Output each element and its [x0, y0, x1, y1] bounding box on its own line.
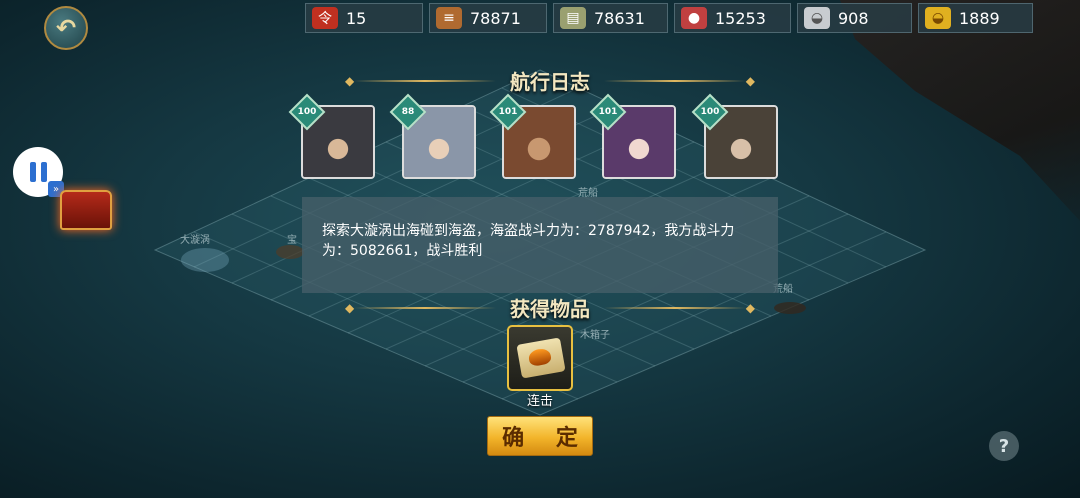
battle-message-text: 探索大漩涡出海碰到海盗，海盗战斗力为：2787942，我方战斗力为：508266… [322, 223, 735, 259]
gold-icon: ◒ [925, 7, 951, 29]
resource-wood: ≡ 78871 [429, 3, 547, 33]
resource-value: 78631 [594, 8, 645, 28]
silver-icon: ◒ [804, 7, 830, 29]
map-label: 宝 [287, 235, 297, 246]
confirm-label: 确 定 [502, 426, 590, 451]
scroll-icon [516, 337, 566, 379]
resource-value: 908 [838, 8, 869, 28]
wood-icon: ≡ [436, 7, 462, 29]
back-button[interactable]: ↶ [44, 6, 88, 50]
confirm-button[interactable]: 确 定 [487, 416, 593, 456]
log-title-text: 航行日志 [510, 70, 590, 94]
resource-token: 令 15 [305, 3, 423, 33]
meat-icon: ● [681, 7, 707, 29]
rewards-title: ◆ 获得物品 ◆ [345, 293, 755, 322]
map-label: 大漩涡 [180, 235, 210, 246]
resource-value: 15253 [715, 8, 766, 28]
back-arrow-icon: ↶ [55, 14, 77, 42]
rewards-title-text: 获得物品 [510, 297, 590, 321]
resource-value: 15 [346, 8, 367, 28]
resource-gold: ◒ 1889 [918, 3, 1033, 33]
log-title: ◆ 航行日志 ◆ [345, 66, 755, 95]
battle-message: 探索大漩涡出海碰到海盗，海盗战斗力为：2787942，我方战斗力为：508266… [302, 197, 778, 293]
hero-list: 100 88 101 101 100 [288, 93, 780, 183]
resource-meat: ● 15253 [674, 3, 791, 33]
help-button[interactable]: ? [989, 431, 1019, 461]
treasure-chest-icon[interactable] [60, 190, 112, 230]
pause-icon [29, 162, 47, 182]
resource-value: 78871 [470, 8, 521, 28]
token-icon: 令 [312, 7, 338, 29]
resource-stone: ▤ 78631 [553, 3, 668, 33]
reward-item[interactable] [507, 325, 573, 391]
map-label: 木箱子 [580, 330, 610, 341]
stone-icon: ▤ [560, 7, 586, 29]
resource-value: 1889 [959, 8, 1000, 28]
reward-item-name: 连击 [526, 394, 553, 409]
help-icon: ? [998, 435, 1010, 457]
resource-silver: ◒ 908 [797, 3, 912, 33]
